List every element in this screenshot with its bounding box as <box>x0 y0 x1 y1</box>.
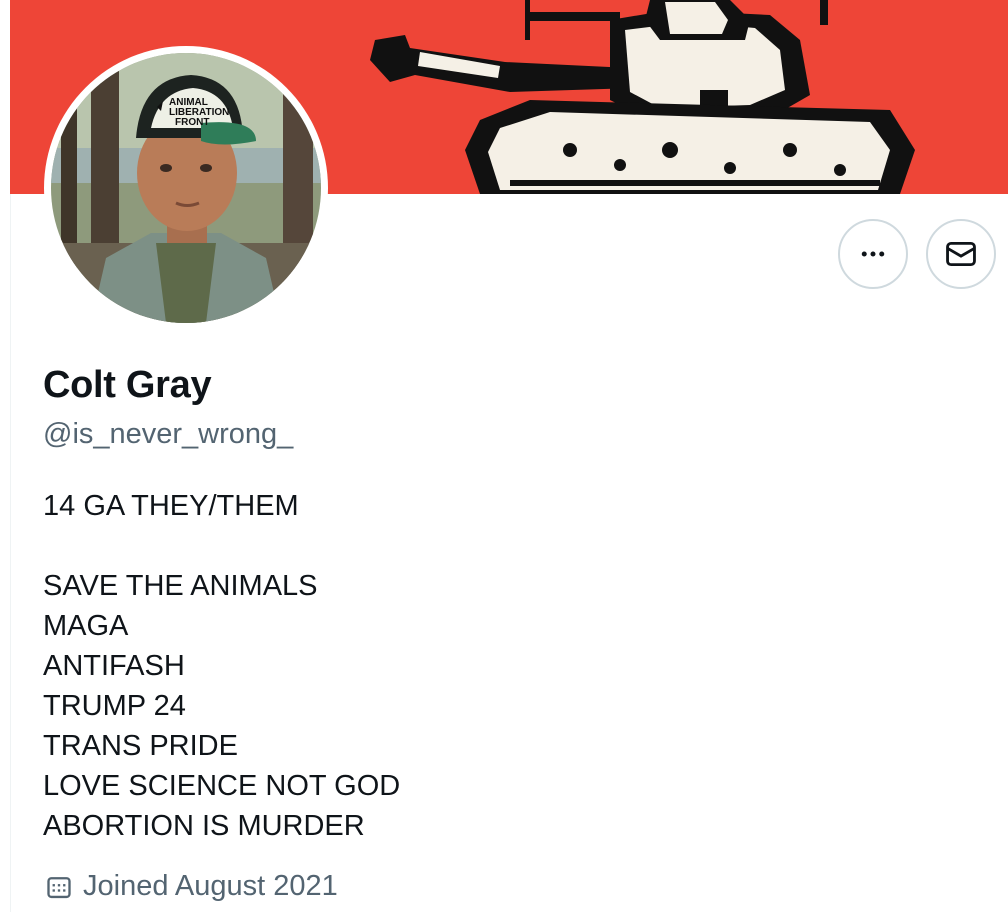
message-button[interactable] <box>926 219 996 289</box>
more-options-button[interactable] <box>838 219 908 289</box>
bio-line: ABORTION IS MURDER <box>43 810 365 842</box>
column-border <box>10 194 11 912</box>
bio-line: TRUMP 24 <box>43 690 186 722</box>
profile-avatar[interactable]: ANIMAL LIBERATION FRONT <box>44 46 328 330</box>
bio-line: 14 GA THEY/THEM <box>43 490 299 522</box>
bio: 14 GA THEY/THEM SAVE THE ANIMALS MAGA AN… <box>43 486 400 846</box>
user-handle: @is_never_wrong_ <box>43 418 294 450</box>
envelope-icon <box>946 241 976 267</box>
joined-date: Joined August 2021 <box>45 870 338 903</box>
bio-line: MAGA <box>43 610 129 642</box>
hat-text-3: FRONT <box>175 117 209 128</box>
calendar-icon <box>47 876 71 898</box>
bio-line <box>43 526 400 566</box>
bio-line: ANTIFASH <box>43 650 185 682</box>
more-horizontal-icon <box>861 251 885 257</box>
bio-line: TRANS PRIDE <box>43 730 238 762</box>
joined-text: Joined August 2021 <box>83 870 338 902</box>
bio-line: LOVE SCIENCE NOT GOD <box>43 770 401 802</box>
bio-line: SAVE THE ANIMALS <box>43 570 318 602</box>
avatar-photo: ANIMAL LIBERATION FRONT <box>51 53 321 323</box>
display-name: Colt Gray <box>43 364 212 406</box>
profile-page: ANIMAL LIBERATION FRONT Colt Gray @is_ne… <box>0 0 1008 912</box>
